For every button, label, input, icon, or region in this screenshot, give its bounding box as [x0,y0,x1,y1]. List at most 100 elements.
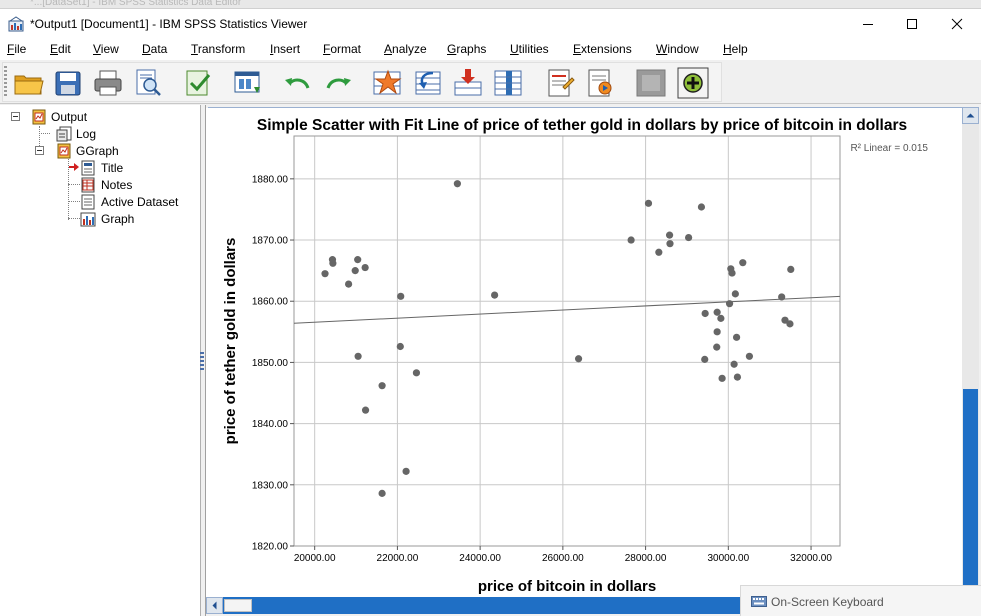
menu-file[interactable]: File [7,42,26,56]
log-icon [56,126,72,142]
close-button[interactable] [934,9,980,39]
create-title-button[interactable] [543,67,577,99]
y-tick-label: 1870.00 [252,236,289,247]
maximize-button[interactable] [889,9,935,39]
menu-format[interactable]: Format [323,42,361,56]
data-point [713,343,721,351]
menu-bar: File Edit View Data Transform Insert For… [0,38,981,60]
menu-help[interactable]: Help [723,42,748,56]
tree-item-ggraph[interactable]: GGraph [76,144,119,158]
tree-item-title[interactable]: Title [101,161,123,175]
r-squared-label: R² Linear = 0.015 [850,143,928,154]
tree-item-log[interactable]: Log [76,127,96,141]
data-point [345,280,353,288]
toolbar-grip[interactable] [4,66,7,96]
data-point [397,292,405,300]
print-preview-button[interactable] [131,67,165,99]
menu-data[interactable]: Data [142,42,167,56]
data-point [786,320,794,328]
collapse-ggraph-toggle[interactable] [35,146,44,155]
arrow-up-icon [966,113,975,118]
tree-item-active-dataset[interactable]: Active Dataset [101,195,178,209]
menu-view[interactable]: View [93,42,119,56]
tree-item-graph[interactable]: Graph [101,212,134,226]
current-item-arrow-icon [69,163,79,171]
y-tick-label: 1840.00 [252,419,289,430]
data-point [665,231,674,239]
undo-button[interactable] [281,67,315,99]
data-point [725,300,734,308]
menu-utilities[interactable]: Utilities [510,42,549,56]
menu-window[interactable]: Window [656,42,699,56]
open-button[interactable] [12,67,46,99]
data-point [739,259,747,267]
data-point [378,382,386,390]
x-tick-label: 24000.00 [459,553,501,564]
data-point [402,467,410,475]
redo-button[interactable] [321,67,355,99]
open-folder-icon [14,75,44,95]
redo-icon [326,78,351,89]
x-tick-label: 30000.00 [707,553,749,564]
create-title-icon [548,69,575,97]
data-point [491,291,499,299]
y-tick-label: 1830.00 [252,480,289,491]
save-button[interactable] [51,67,85,99]
goto-variable-icon [454,69,482,96]
save-icon [55,71,81,96]
menu-edit[interactable]: Edit [50,42,71,56]
vertical-scroll-thumb[interactable] [963,389,978,585]
data-point [717,314,725,322]
tree-item-output[interactable]: Output [51,110,87,124]
goto-case-icon [415,71,441,95]
background-window-text: *...[DataSet1] - IBM SPSS Statistics Dat… [30,0,242,8]
disabled-tool-button [634,67,668,99]
goto-variable-button[interactable] [451,67,485,99]
title-bar[interactable]: *Output1 [Document1] - IBM SPSS Statisti… [0,8,981,38]
vertical-scrollbar[interactable] [962,107,979,587]
scroll-up-button[interactable] [962,107,979,124]
data-point [713,308,721,316]
spss-app-icon [8,16,24,32]
tree-connector [39,133,50,134]
create-text-icon [588,69,612,97]
minimize-button[interactable] [845,9,891,39]
goto-data-icon [373,69,402,95]
y-tick-label: 1820.00 [252,542,289,553]
print-button[interactable] [91,67,125,99]
on-screen-keyboard-popup[interactable]: On-Screen Keyboard [740,585,981,616]
variables-icon [494,70,522,96]
horizontal-scroll-thumb[interactable] [224,599,252,612]
menu-transform[interactable]: Transform [191,42,245,56]
x-tick-label: 20000.00 [294,553,336,564]
y-tick-label: 1880.00 [252,174,289,185]
data-point [574,355,583,363]
tree-item-notes[interactable]: Notes [101,178,132,192]
x-tick-label: 26000.00 [542,553,584,564]
pane-splitter[interactable] [200,352,204,372]
undo-icon [285,78,310,89]
data-point [685,233,693,242]
goto-case-button[interactable] [411,67,445,99]
recall-dialog-button[interactable] [232,67,266,99]
title-item-icon [81,160,95,176]
variables-button[interactable] [491,67,525,99]
data-point [351,267,359,275]
outline-pane: Output Log GGraph Title Notes Active Dat… [0,105,201,616]
data-point [655,248,663,256]
data-point [453,180,461,188]
x-tick-label: 28000.00 [625,553,667,564]
menu-graphs[interactable]: Graphs [447,42,486,56]
export-button[interactable] [181,67,215,99]
scatter-chart[interactable]: Simple Scatter with Fit Line of price of… [206,108,962,598]
menu-analyze[interactable]: Analyze [384,42,427,56]
add-output-button[interactable] [676,67,710,99]
data-point [728,269,736,277]
menu-extensions[interactable]: Extensions [573,42,632,56]
scroll-left-button[interactable] [206,597,223,614]
menu-insert[interactable]: Insert [270,42,300,56]
export-icon [186,70,211,96]
collapse-output-toggle[interactable] [11,112,20,121]
create-text-button[interactable] [583,67,617,99]
goto-data-button[interactable] [371,67,405,99]
